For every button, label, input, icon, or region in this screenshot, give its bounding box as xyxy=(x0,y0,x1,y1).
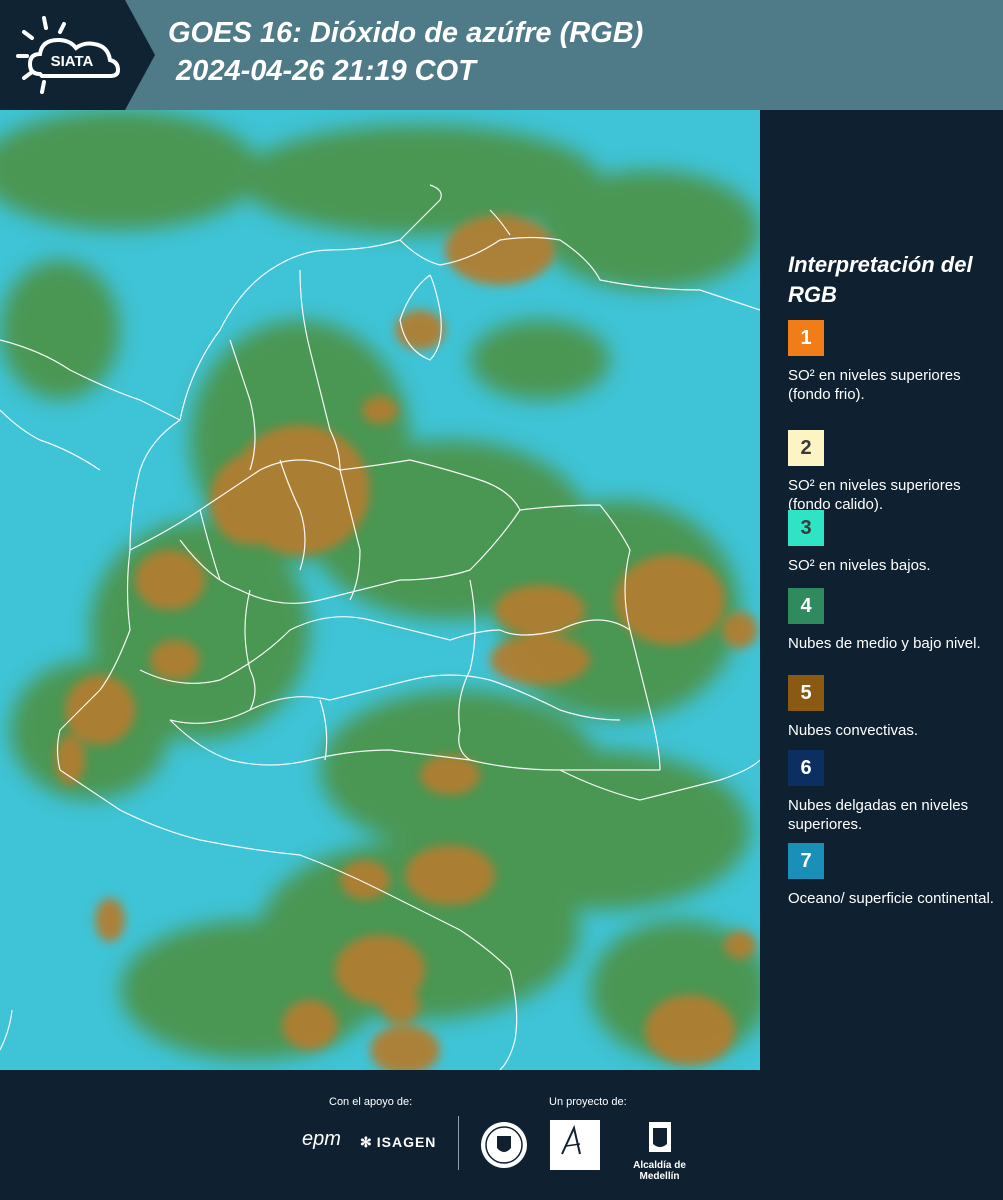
siata-logo: SIATA xyxy=(0,0,155,110)
legend-item: 3 SO² en niveles bajos. xyxy=(788,510,998,575)
legend-text: SO² en niveles superiores (fondo frio). xyxy=(788,367,961,403)
legend-swatch: 4 xyxy=(788,588,824,624)
support-label: Con el apoyo de: xyxy=(329,1096,413,1108)
legend-swatch: 1 xyxy=(788,320,824,356)
legend-item: 1 SO² en niveles superiores (fondo frio). xyxy=(788,320,998,404)
alcaldia-medellin-logo: Alcaldía de Medellín xyxy=(612,1120,707,1182)
footer-divider xyxy=(458,1116,459,1170)
legend-text: SO² en niveles bajos. xyxy=(788,557,931,574)
legend-item: 2 SO² en niveles superiores (fondo calido… xyxy=(788,430,998,514)
isagen-logo: ✻ ISAGEN xyxy=(360,1134,436,1151)
legend-text: Nubes convectivas. xyxy=(788,722,919,739)
title-line-1: GOES 16: Dióxido de azúfre (RGB) xyxy=(168,17,644,49)
legend-item: 5 Nubes convectivas. xyxy=(788,675,998,740)
legend-swatch: 3 xyxy=(788,510,824,546)
isagen-logo-text: ISAGEN xyxy=(376,1134,437,1150)
medellin-seal-icon xyxy=(479,1120,529,1175)
legend-text: SO² en niveles superiores (fondo calido)… xyxy=(788,477,961,513)
legend-item: 6 Nubes delgadas en niveles superiores. xyxy=(788,750,998,834)
header-bar: SIATA GOES 16: Dióxido de azúfre (RGB) 2… xyxy=(0,0,1003,110)
legend-swatch: 2 xyxy=(788,430,824,466)
legend-swatch: 7 xyxy=(788,843,824,879)
alcaldia-logo-text: Alcaldía de Medellín xyxy=(633,1160,686,1182)
legend-panel: Interpretación del RGB 1 SO² en niveles s… xyxy=(760,110,1003,1070)
legend-title: Interpretación del RGB xyxy=(788,252,973,307)
footer: Con el apoyo de: Un proyecto de: epm ✻ IS… xyxy=(0,1070,1003,1200)
epm-logo: epm xyxy=(302,1128,341,1151)
epm-logo-text: epm xyxy=(302,1128,341,1150)
legend-text: Oceano/ superficie continental. xyxy=(788,890,994,907)
legend-swatch: 5 xyxy=(788,675,824,711)
legend-swatch: 6 xyxy=(788,750,824,786)
page-title: GOES 16: Dióxido de azúfre (RGB) 2024-04… xyxy=(168,14,643,90)
satellite-map xyxy=(0,110,760,1070)
legend-text: Nubes de medio y bajo nivel. xyxy=(788,635,981,652)
siata-brand-text: SIATA xyxy=(51,53,94,70)
project-label: Un proyecto de: xyxy=(549,1096,627,1108)
legend-item: 7 Oceano/ superficie continental. xyxy=(788,843,998,908)
legend-text: Nubes delgadas en niveles superiores. xyxy=(788,797,969,833)
title-line-2: 2024-04-26 21:19 COT xyxy=(168,55,476,87)
isagen-icon: ✻ xyxy=(360,1134,373,1150)
area-metropolitana-logo xyxy=(550,1120,600,1175)
legend-item: 4 Nubes de medio y bajo nivel. xyxy=(788,588,998,653)
